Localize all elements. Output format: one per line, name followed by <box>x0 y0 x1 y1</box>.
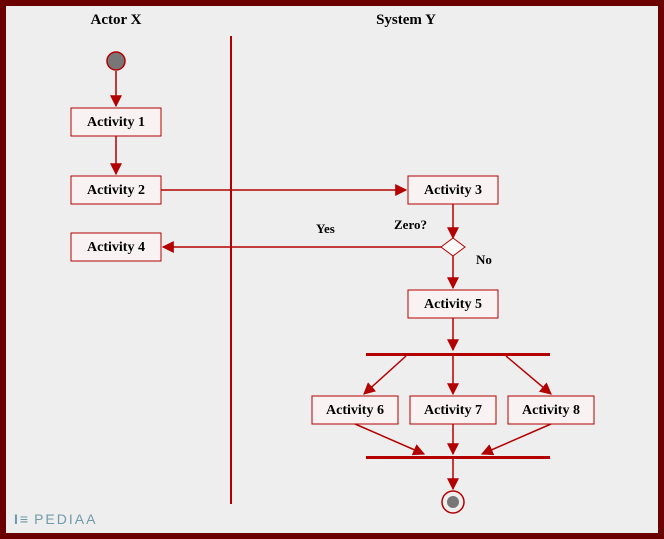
activity-6-label: Activity 6 <box>326 403 384 418</box>
watermark: I≡PEDIAA <box>14 511 97 527</box>
edge-a8-join <box>482 424 551 454</box>
edge-fork-a8 <box>506 356 551 394</box>
activity-1-label: Activity 1 <box>87 115 145 130</box>
join-bar <box>366 456 550 459</box>
activity-2-label: Activity 2 <box>87 183 145 198</box>
diagram-frame: Actor X System Y Activity 1 Activity 2 A… <box>0 0 664 539</box>
activity-3-label: Activity 3 <box>424 183 482 198</box>
swimlane-right-header: System Y <box>376 12 436 28</box>
activity-diagram-svg: Actor X System Y Activity 1 Activity 2 A… <box>6 6 658 533</box>
activity-5-label: Activity 5 <box>424 297 482 312</box>
decision-question: Zero? <box>394 217 427 232</box>
edge-fork-a6 <box>364 356 406 394</box>
decision-diamond <box>441 238 465 256</box>
final-node-dot <box>447 496 459 508</box>
activity-7-label: Activity 7 <box>424 403 482 418</box>
edge-a6-join <box>355 424 424 454</box>
activity-4-label: Activity 4 <box>87 240 145 255</box>
activity-8-label: Activity 8 <box>522 403 580 418</box>
decision-yes-label: Yes <box>316 221 335 236</box>
fork-bar <box>366 353 550 356</box>
decision-no-label: No <box>476 252 492 267</box>
initial-node <box>107 52 125 70</box>
swimlane-left-header: Actor X <box>91 12 142 28</box>
